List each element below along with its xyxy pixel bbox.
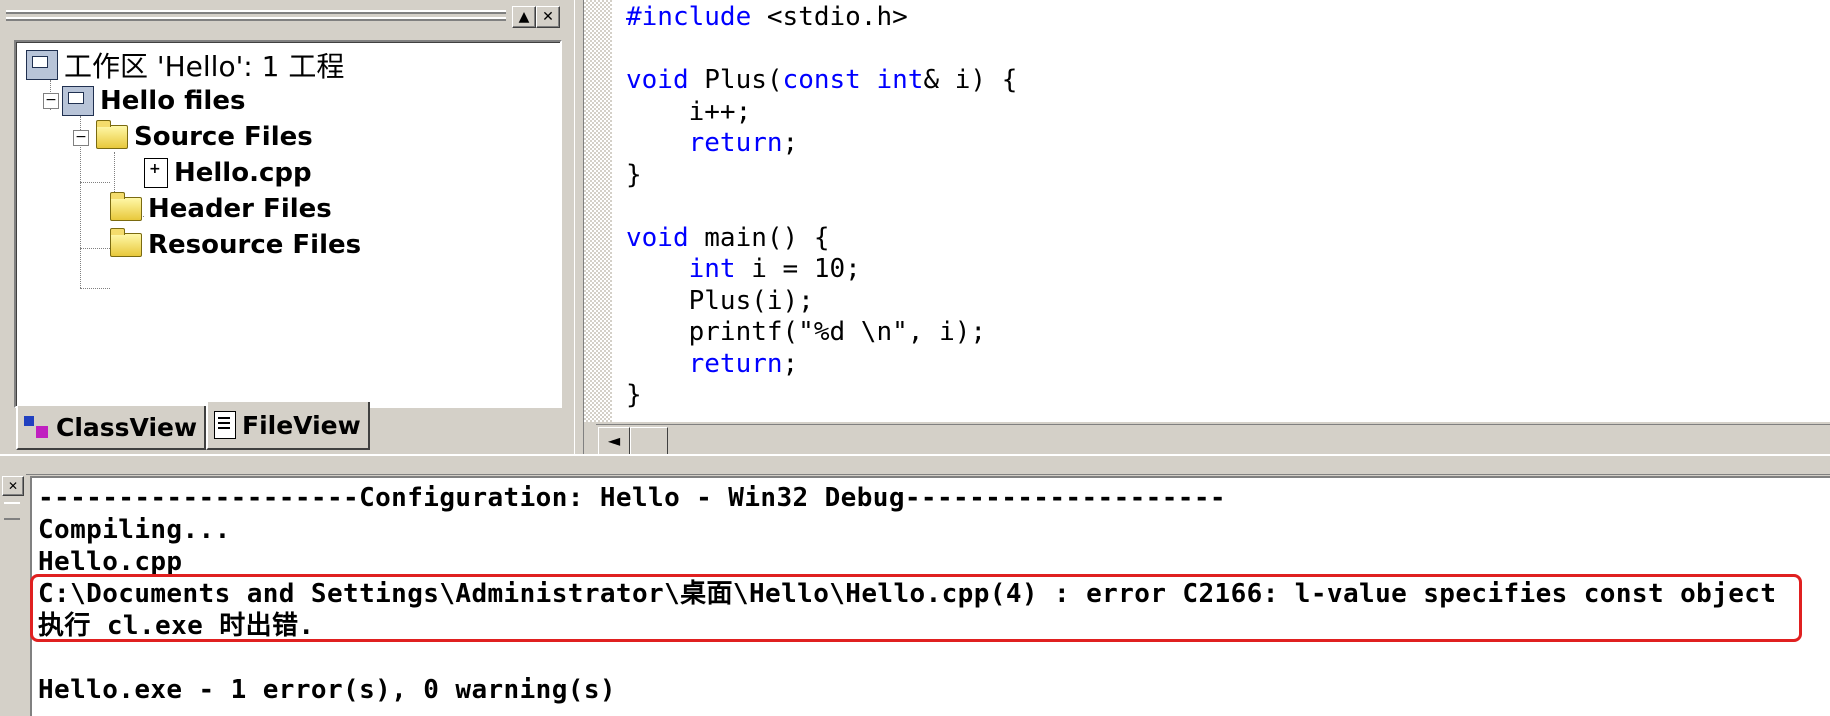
error-highlight-box xyxy=(30,574,1802,642)
code-text: ; xyxy=(782,128,799,158)
folder-icon xyxy=(110,228,142,257)
code-text: main() { xyxy=(688,222,830,253)
open-folder-icon xyxy=(96,120,128,149)
code-text: i++; xyxy=(626,96,752,127)
code-keyword: return xyxy=(688,128,783,158)
code-text: ; xyxy=(782,348,799,379)
code-line[interactable]: printf("%d \n", i); xyxy=(626,317,1017,349)
output-close-button[interactable]: ✕ xyxy=(2,476,24,496)
close-icon: ✕ xyxy=(542,9,554,25)
output-line[interactable]: --------------------Configuration: Hello… xyxy=(38,482,1776,514)
code-line[interactable] xyxy=(626,34,1017,66)
code-line[interactable]: void Plus(const int& i) { xyxy=(626,65,1017,97)
tab-classview[interactable]: ClassView xyxy=(16,406,206,450)
output-line[interactable]: Hello.exe - 1 error(s), 0 warning(s) xyxy=(38,674,1776,706)
close-icon: ✕ xyxy=(7,479,19,493)
code-keyword: void xyxy=(626,65,689,95)
output-line[interactable] xyxy=(38,642,1776,674)
tree-item-project[interactable]: Hello files xyxy=(62,84,245,118)
tab-fileview[interactable]: FileView xyxy=(206,402,370,450)
horizontal-scrollbar[interactable]: ◄ xyxy=(596,424,1830,455)
classview-icon xyxy=(24,414,50,440)
tree-item-hello-cpp[interactable]: Hello.cpp xyxy=(144,156,312,190)
horizontal-splitter[interactable] xyxy=(0,454,1830,475)
code-line[interactable]: } xyxy=(626,160,1017,192)
code-line[interactable]: return; xyxy=(626,128,1017,160)
fileview-icon xyxy=(214,411,236,439)
code-keyword: const xyxy=(782,65,861,95)
code-text: & i) { xyxy=(923,65,1018,95)
code-line[interactable]: return; xyxy=(626,349,1017,381)
source-code[interactable]: #include <stdio.h> void Plus(const int& … xyxy=(626,2,1017,412)
gripper-bar xyxy=(4,502,20,520)
editor-gutter[interactable] xyxy=(584,0,612,422)
tree-item-source-files[interactable]: Source Files xyxy=(96,120,313,154)
scroll-thumb[interactable] xyxy=(630,427,668,455)
code-line[interactable]: i++; xyxy=(626,97,1017,129)
code-line[interactable]: void main() { xyxy=(626,223,1017,255)
code-line[interactable] xyxy=(626,191,1017,223)
workspace-minimize-button[interactable]: ▲ xyxy=(512,6,536,28)
code-keyword: return xyxy=(688,348,783,379)
tree-item-header-files[interactable]: Header Files xyxy=(110,192,332,226)
output-gripper[interactable]: ✕ xyxy=(0,472,26,714)
vertical-splitter[interactable] xyxy=(574,0,584,454)
workspace-close-button[interactable]: ✕ xyxy=(536,6,560,28)
code-text: } xyxy=(626,159,642,190)
code-line[interactable]: Plus(i); xyxy=(626,286,1017,318)
code-keyword: void xyxy=(626,222,689,253)
code-text: Plus(i); xyxy=(626,285,814,316)
code-text: i = 10; xyxy=(735,254,861,284)
folder-icon xyxy=(110,192,142,221)
code-line[interactable]: #include <stdio.h> xyxy=(626,2,1017,34)
code-text: Plus( xyxy=(688,65,783,95)
code-keyword: #include xyxy=(626,2,752,32)
workspace-icon xyxy=(26,50,58,80)
workspace-gripper[interactable] xyxy=(6,10,506,24)
tree-item-resource-files[interactable]: Resource Files xyxy=(110,228,361,262)
code-text: } xyxy=(626,380,642,410)
tree-connector xyxy=(80,248,110,249)
tree-connector xyxy=(80,182,110,183)
collapse-icon[interactable]: − xyxy=(43,93,59,109)
collapse-icon[interactable]: − xyxy=(73,130,89,146)
code-text: <stdio.h> xyxy=(751,2,908,32)
scroll-left-button[interactable]: ◄ xyxy=(598,427,630,455)
file-tree[interactable]: 工作区 'Hello': 1 工程 − Hello files − Source… xyxy=(14,40,562,408)
code-keyword: int xyxy=(876,65,924,95)
tree-item-workspace[interactable]: 工作区 'Hello': 1 工程 xyxy=(26,48,344,83)
cpp-file-icon xyxy=(144,158,168,188)
code-line[interactable]: int i = 10; xyxy=(626,254,1017,286)
tree-connector xyxy=(80,288,110,289)
code-line[interactable]: } xyxy=(626,380,1017,412)
project-icon xyxy=(62,86,94,116)
code-keyword: int xyxy=(688,254,736,284)
code-text: printf("%d \n", i); xyxy=(626,317,987,347)
minimize-icon: ▲ xyxy=(518,9,530,25)
arrow-left-icon: ◄ xyxy=(607,431,621,450)
output-line[interactable]: Compiling... xyxy=(38,514,1776,546)
